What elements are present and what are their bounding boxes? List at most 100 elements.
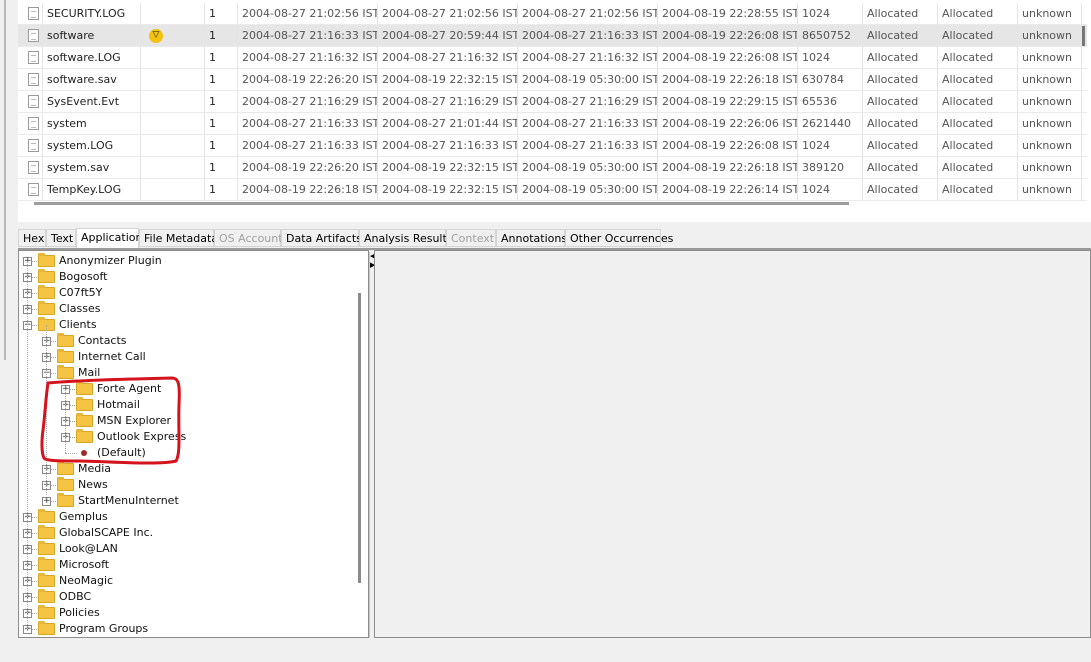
tree-node[interactable]: + Hotmail [19,397,349,413]
cell-size: 389120 [798,157,863,178]
cell-modified: 2004-08-27 21:16:33 IST [238,113,378,134]
table-row[interactable]: SECURITY.LOG 1 2004-08-27 21:02:56 IST 2004… [18,3,1091,25]
file-table: SECURITY.LOG 1 2004-08-27 21:02:56 IST 2004… [18,0,1091,222]
cell-created: 2004-08-19 22:26:06 IST [658,113,798,134]
tree-node[interactable]: + Microsoft [19,557,349,573]
cell-count: 1 [205,25,238,46]
tree-guide-line [65,453,77,454]
cell-created: 2004-08-19 22:26:08 IST [658,135,798,156]
tree-node-label: GlobalSCAPE Inc. [59,526,154,539]
tree-node[interactable]: + NeoMagic [19,573,349,589]
tree-node-label: C07ft5Y [59,286,103,299]
cell-accessed: 2004-08-27 21:16:33 IST [518,25,658,46]
folder-icon [76,413,93,427]
tree-node[interactable]: + Look@LAN [19,541,349,557]
expand-icon[interactable]: + [42,497,51,506]
cell-meta-flags: Allocated [938,113,1018,134]
tree-node[interactable]: + Classes [19,301,349,317]
cell-name: system [43,113,141,134]
cell-meta-flags: Allocated [938,47,1018,68]
tree-node[interactable]: + Contacts [19,333,349,349]
tree-guide-line [46,325,47,495]
value-detail-pane [374,250,1091,638]
tree-node[interactable]: + C07ft5Y [19,285,349,301]
tree-node[interactable]: + MSN Explorer [19,413,349,429]
tree-node[interactable]: + ODBC [19,589,349,605]
flag-cell [141,179,205,200]
tree-node-label: Outlook Express [97,430,187,443]
cell-changed: 2004-08-19 22:32:15 IST [378,69,518,90]
cell-changed: 2004-08-27 21:16:33 IST [378,135,518,156]
tree-node[interactable]: − Mail [19,365,349,381]
tab-hex[interactable]: Hex [18,229,46,247]
tree-node[interactable]: + GlobalSCAPE Inc. [19,525,349,541]
file-icon [28,73,39,86]
tab-analysis-results[interactable]: Analysis Results [359,229,453,247]
tree-node[interactable]: + Media [19,461,349,477]
tree-node-label: Hotmail [97,398,140,411]
file-icon-cell [18,113,43,134]
cell-created: 2004-08-19 22:26:08 IST [658,25,798,46]
folder-icon [38,573,55,587]
file-icon [28,51,39,64]
horizontal-scrollbar-thumb[interactable] [34,202,849,205]
tree-node[interactable]: + Bogosoft [19,269,349,285]
cell-created: 2004-08-19 22:29:15 IST [658,91,798,112]
tree-node[interactable]: + Forte Agent [19,381,349,397]
file-icon [28,139,39,152]
cell-changed: 2004-08-19 22:32:15 IST [378,157,518,178]
tree-node-label: Classes [59,302,101,315]
tree-node[interactable]: − Clients [19,317,349,333]
file-icon-cell [18,91,43,112]
file-icon [28,7,39,20]
cell-meta-flags: Allocated [938,179,1018,200]
tree-node-label: Media [78,462,112,475]
table-row[interactable]: SysEvent.Evt 1 2004-08-27 21:16:29 IST 2004… [18,91,1091,113]
tab-annotations[interactable]: Annotations [496,229,567,247]
folder-icon [57,333,74,347]
table-row[interactable]: software ▽ 1 2004-08-27 21:16:33 IST 2004-08… [18,25,1091,47]
cell-size: 2621440 [798,113,863,134]
tree-node[interactable]: + Internet Call [19,349,349,365]
tab-application[interactable]: Application [76,228,142,248]
tree-node[interactable]: + Anonymizer Plugin [19,253,349,269]
table-row[interactable]: TempKey.LOG 1 2004-08-19 22:26:18 IST 2004-… [18,179,1091,201]
table-right-edge [1087,0,1091,222]
tree-value[interactable]: (Default) [19,445,349,461]
flag-cell [141,3,205,24]
cell-count: 1 [205,135,238,156]
tree-node[interactable]: + Program Groups [19,621,349,637]
tree-node[interactable]: + Outlook Express [19,429,349,445]
file-icon [28,183,39,196]
cell-dir-flags: Allocated [863,25,938,46]
cell-changed: 2004-08-19 22:32:15 IST [378,179,518,200]
cell-dir-flags: Allocated [863,69,938,90]
table-row[interactable]: software.sav 1 2004-08-19 22:26:20 IST 2004… [18,69,1091,91]
cell-name: TempKey.LOG [43,179,141,200]
tree-node[interactable]: + Policies [19,605,349,621]
table-row[interactable]: system 1 2004-08-27 21:16:33 IST 2004-08-27… [18,113,1091,135]
cell-name: system.sav [43,157,141,178]
folder-icon [76,397,93,411]
tab-text[interactable]: Text [46,229,76,247]
vertical-scrollbar-thumb[interactable] [1082,26,1085,46]
cell-created: 2004-08-19 22:28:55 IST [658,3,798,24]
table-row[interactable]: system.LOG 1 2004-08-27 21:16:33 IST 2004-0… [18,135,1091,157]
tree-scrollbar-thumb[interactable] [358,293,361,583]
tree-node-label: Microsoft [59,558,110,571]
flag-cell [141,113,205,134]
tree-node[interactable]: + Gemplus [19,509,349,525]
cell-size: 1024 [798,3,863,24]
tree-node[interactable]: + News [19,477,349,493]
tree-node[interactable]: + StartMenuInternet [19,493,349,509]
cell-dir-flags: Allocated [863,179,938,200]
tab-data-artifacts[interactable]: Data Artifacts [281,229,362,247]
table-row[interactable]: system.sav 1 2004-08-19 22:26:20 IST 2004-0… [18,157,1091,179]
tab-other-occurrences[interactable]: Other Occurrences [565,229,673,247]
folder-icon [38,525,55,539]
registry-tree: + Anonymizer Plugin + Bogosoft + C07ft5Y + Clas… [18,250,369,638]
cell-count: 1 [205,69,238,90]
cell-count: 1 [205,91,238,112]
tab-file-metadata[interactable]: File Metadata [139,229,218,247]
table-row[interactable]: software.LOG 1 2004-08-27 21:16:32 IST 2004… [18,47,1091,69]
